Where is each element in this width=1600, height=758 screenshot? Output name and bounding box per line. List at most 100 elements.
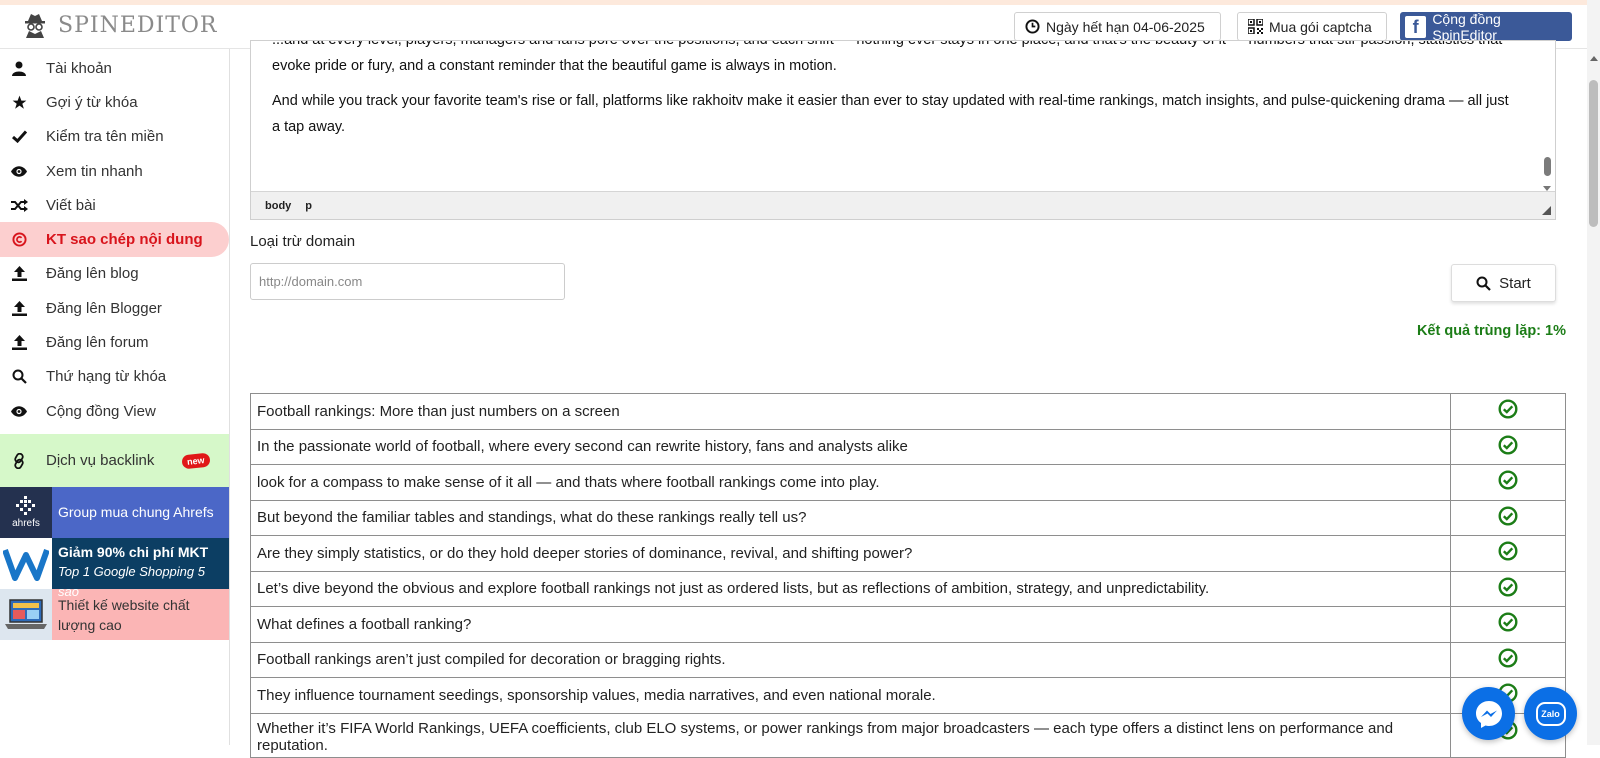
sidebar-item-backlink[interactable]: Dịch vụ backlink new <box>0 434 229 488</box>
shuffle-icon <box>10 198 28 212</box>
scroll-up-arrow-icon[interactable] <box>1590 56 1598 61</box>
zalo-chat-button[interactable]: Zalo <box>1524 687 1577 740</box>
messenger-icon <box>1475 700 1502 728</box>
expiry-label: Ngày hết hạn 04-06-2025 <box>1046 18 1205 35</box>
brand-name: SPINEDITOR <box>58 12 218 38</box>
upload-icon <box>10 300 28 316</box>
result-sentence: look for a compass to make sense of it a… <box>250 464 1451 501</box>
link-icon <box>10 452 28 469</box>
result-sentence: Are they simply statistics, or do they h… <box>250 535 1451 572</box>
page-scroll-thumb[interactable] <box>1589 80 1598 227</box>
result-status-cell <box>1450 464 1566 501</box>
exclude-domain-input[interactable] <box>250 263 565 300</box>
element-path-body[interactable]: body <box>265 200 291 212</box>
editor-scroll-thumb[interactable] <box>1544 157 1551 176</box>
ahrefs-dots-icon <box>16 496 35 516</box>
table-row: Let’s dive beyond the obvious and explor… <box>250 570 1566 607</box>
sidebar: Tài khoản Gợi ý từ khóa Kiểm tra tên miề… <box>0 49 230 745</box>
promo-marketing-title: Giảm 90% chi phí MKT <box>58 544 209 561</box>
user-icon <box>10 61 28 76</box>
editor-statusbar: body p <box>251 191 1555 219</box>
table-row: Football rankings aren’t just compiled f… <box>250 641 1566 678</box>
sidebar-item-write-article[interactable]: Viết bài <box>0 188 229 222</box>
upload-icon <box>10 266 28 282</box>
community-label: Cộng đồng SpinEditor <box>1432 10 1501 43</box>
exclude-domain-label: Loại trừ domain <box>250 233 356 250</box>
table-row: Football rankings: More than just number… <box>250 393 1566 430</box>
sidebar-item-community-view[interactable]: Cộng đồng View <box>0 394 229 428</box>
sidebar-item-label: KT sao chép nội dung <box>46 231 203 249</box>
ahrefs-logo: ahrefs <box>0 487 52 539</box>
sidebar-item-label: Viết bài <box>46 196 96 214</box>
table-row: In the passionate world of football, whe… <box>250 428 1566 465</box>
qr-code-icon <box>1248 19 1263 34</box>
community-facebook-button[interactable]: f Cộng đồng SpinEditor <box>1400 10 1572 43</box>
sidebar-item-label: Tài khoản <box>46 59 112 77</box>
sidebar-item-post-blogger[interactable]: Đăng lên Blogger <box>0 291 229 325</box>
brand-logo[interactable]: SPINEDITOR <box>22 11 217 39</box>
result-sentence: What defines a football ranking? <box>250 606 1451 643</box>
sidebar-item-label: Gợi ý từ khóa <box>46 93 138 111</box>
result-status-cell <box>1450 535 1566 572</box>
table-row: What defines a football ranking? <box>250 606 1566 643</box>
promo-website-label: Thiết kế website chất lượng cao <box>58 597 190 634</box>
sidebar-item-domain-check[interactable]: Kiểm tra tên miền <box>0 120 229 154</box>
search-icon <box>1476 276 1491 291</box>
sidebar-item-keyword-suggest[interactable]: Gợi ý từ khóa <box>0 85 229 119</box>
sidebar-item-label: Đăng lên Blogger <box>46 299 162 317</box>
messenger-chat-button[interactable] <box>1462 687 1515 740</box>
sidebar-item-account[interactable]: Tài khoản <box>0 51 229 85</box>
upload-icon <box>10 335 28 351</box>
editor-content[interactable]: ...and at every level, players, managers… <box>251 41 1539 193</box>
editor-scrollbar[interactable] <box>1539 41 1555 193</box>
result-status-cell <box>1450 641 1566 678</box>
result-sentence: Football rankings aren’t just compiled f… <box>250 641 1451 678</box>
result-status-cell <box>1450 499 1566 536</box>
expiry-button[interactable]: Ngày hết hạn 04-06-2025 <box>1014 12 1221 41</box>
star-icon <box>10 95 28 110</box>
content-editor[interactable]: ...and at every level, players, managers… <box>250 40 1556 220</box>
check-circle-icon <box>1498 435 1518 455</box>
result-sentence: Whether it’s FIFA World Rankings, UEFA c… <box>250 712 1451 758</box>
promo-website-design[interactable]: Thiết kế website chất lượng cao <box>0 589 229 641</box>
captcha-label: Mua gói captcha <box>1269 18 1372 35</box>
sidebar-item-quick-news[interactable]: Xem tin nhanh <box>0 154 229 188</box>
sidebar-item-label: Đăng lên blog <box>46 265 139 283</box>
w-logo-icon <box>3 548 49 581</box>
copyright-icon <box>10 232 28 247</box>
result-status-cell <box>1450 570 1566 607</box>
table-row: They influence tournament seedings, spon… <box>250 677 1566 714</box>
sidebar-item-label: Cộng đồng View <box>46 402 156 420</box>
resize-grip-icon[interactable] <box>1542 206 1551 215</box>
clock-icon <box>1025 19 1040 34</box>
table-row: look for a compass to make sense of it a… <box>250 464 1566 501</box>
ahrefs-logo-text: ahrefs <box>12 518 40 530</box>
element-path-p[interactable]: p <box>305 200 312 212</box>
sidebar-item-label: Đăng lên forum <box>46 334 149 352</box>
results-table: Football rankings: More than just number… <box>250 393 1566 758</box>
start-button[interactable]: Start <box>1451 264 1556 302</box>
facebook-icon: f <box>1405 15 1427 38</box>
result-sentence: Let’s dive beyond the obvious and explor… <box>250 570 1451 607</box>
check-circle-icon <box>1498 506 1518 526</box>
check-circle-icon <box>1498 470 1518 490</box>
check-circle-icon <box>1498 577 1518 597</box>
sidebar-item-keyword-rank[interactable]: Thứ hạng từ khóa <box>0 360 229 394</box>
table-row: Whether it’s FIFA World Rankings, UEFA c… <box>250 712 1566 758</box>
promo-ahrefs[interactable]: ahrefs Group mua chung Ahrefs <box>0 487 229 539</box>
editor-paragraph: ...and at every level, players, managers… <box>272 41 1502 74</box>
sidebar-item-post-blog[interactable]: Đăng lên blog <box>0 257 229 291</box>
sidebar-item-post-forum[interactable]: Đăng lên forum <box>0 325 229 359</box>
result-status-cell <box>1450 606 1566 643</box>
table-row: But beyond the familiar tables and stand… <box>250 499 1566 536</box>
w-logo <box>0 538 52 590</box>
sidebar-item-copy-check[interactable]: KT sao chép nội dung <box>0 222 229 257</box>
result-sentence: But beyond the familiar tables and stand… <box>250 499 1451 536</box>
buy-captcha-button[interactable]: Mua gói captcha <box>1237 12 1387 41</box>
page-scrollbar[interactable] <box>1587 0 1600 745</box>
promo-marketing[interactable]: Giảm 90% chi phí MKT Top 1 Google Shoppi… <box>0 538 229 599</box>
eye-icon <box>10 405 28 417</box>
result-sentence: They influence tournament seedings, spon… <box>250 677 1451 714</box>
check-circle-icon <box>1498 648 1518 668</box>
check-circle-icon <box>1498 399 1518 419</box>
